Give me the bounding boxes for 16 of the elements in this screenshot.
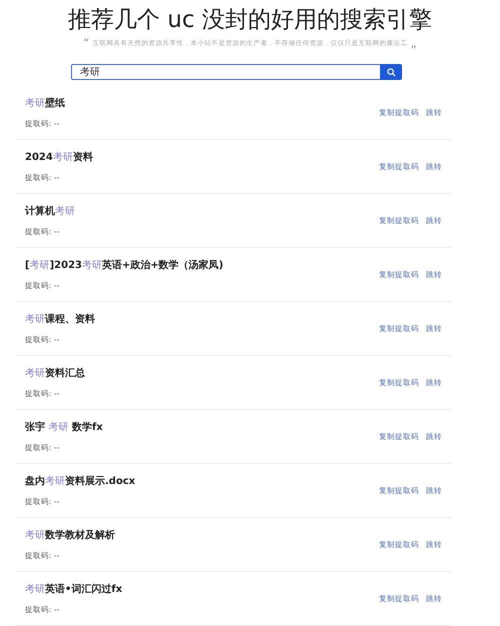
result-title[interactable]: 2024考研资料 xyxy=(25,150,93,164)
result-title[interactable]: 考研课程、资料 xyxy=(25,312,95,326)
search-field[interactable]: 考研 xyxy=(71,64,380,80)
result-title[interactable]: 盘内考研资料展示.docx xyxy=(25,474,136,488)
quote-mark: “ xyxy=(83,36,90,50)
result-title[interactable]: 张宇 考研 数学fx xyxy=(25,420,103,434)
search-icon xyxy=(386,68,396,76)
result-title[interactable]: 考研壁纸 xyxy=(25,96,65,110)
result-title[interactable]: 考研资料汇总 xyxy=(25,366,85,380)
result-title[interactable]: 考研数学教材及解析 xyxy=(25,528,115,542)
search-button[interactable] xyxy=(380,64,402,80)
caption: 推荐几个 uc 没封的好用的搜索引擎 xyxy=(67,6,433,34)
quote-mark: „ xyxy=(410,36,417,50)
result-title[interactable]: [考研]2023考研英语+政治+数学（汤家凤) xyxy=(25,258,224,272)
result-title[interactable]: 计算机考研 xyxy=(25,204,75,218)
result-title[interactable]: 考研英语•词汇闪过fx xyxy=(25,582,122,596)
